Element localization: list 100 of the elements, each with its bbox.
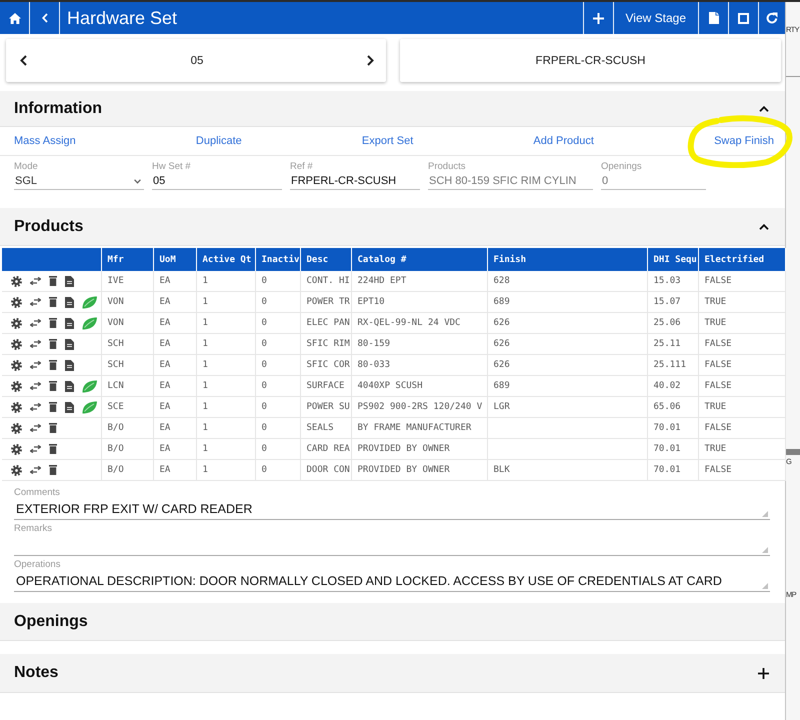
- trash-icon[interactable]: [49, 276, 57, 286]
- chevron-up-icon[interactable]: [759, 106, 769, 112]
- chevron-up-icon[interactable]: [759, 224, 769, 230]
- plus-icon: [592, 12, 604, 24]
- field-label: Mode: [14, 161, 38, 173]
- input-field: SCH 80-159 SFIC RIM CYLIN: [428, 173, 593, 190]
- table-cell: 1: [196, 312, 255, 334]
- table-cell: 689: [487, 292, 647, 312]
- gear-icon[interactable]: [11, 360, 22, 370]
- gear-icon[interactable]: [11, 422, 22, 434]
- document-icon[interactable]: [65, 296, 74, 308]
- trash-icon[interactable]: [49, 318, 57, 328]
- table-cell: FALSE: [698, 460, 785, 480]
- gear-icon[interactable]: [11, 338, 22, 350]
- table-cell: IVE: [101, 271, 153, 292]
- table-cell: CONT. HI: [300, 271, 351, 292]
- trash-icon[interactable]: [49, 423, 57, 433]
- column-header: Active Qt: [196, 248, 255, 271]
- table-cell: SCH: [101, 354, 153, 376]
- field-label: Operations: [14, 559, 60, 571]
- action-link[interactable]: Add Product: [533, 135, 594, 147]
- table-cell: CARD REA: [300, 438, 351, 460]
- next-button[interactable]: [366, 55, 374, 66]
- trash-icon[interactable]: [49, 297, 57, 307]
- input-field[interactable]: 05: [152, 173, 282, 190]
- previous-button[interactable]: [20, 55, 27, 66]
- gear-icon[interactable]: [11, 464, 22, 476]
- swap-arrows-icon[interactable]: [30, 340, 41, 348]
- input-field: 0: [601, 173, 706, 190]
- leaf-icon[interactable]: [82, 400, 97, 414]
- resize-grip-icon[interactable]: [762, 511, 768, 517]
- field-label: Openings: [601, 161, 642, 173]
- document-icon[interactable]: [65, 338, 74, 350]
- mode-select[interactable]: SGL: [14, 173, 144, 190]
- text-area[interactable]: EXTERIOR FRP EXIT W/ CARD READER: [14, 499, 770, 520]
- swap-arrows-icon[interactable]: [30, 298, 41, 306]
- input-field[interactable]: FRPERL-CR-SCUSH: [290, 173, 420, 190]
- swap-arrows-icon[interactable]: [30, 403, 41, 411]
- document-icon[interactable]: [65, 276, 74, 286]
- table-cell: 0: [255, 354, 300, 376]
- swap-arrows-icon[interactable]: [30, 382, 41, 390]
- action-link[interactable]: Export Set: [362, 135, 414, 147]
- document-icon[interactable]: [65, 360, 74, 370]
- leaf-icon[interactable]: [82, 296, 97, 308]
- gear-icon[interactable]: [11, 276, 22, 286]
- table-cell: FALSE: [698, 376, 785, 396]
- table-cell: TRUE: [698, 312, 785, 334]
- trash-icon[interactable]: [49, 339, 57, 349]
- section-header[interactable]: Openings: [0, 603, 785, 641]
- table-cell: FALSE: [698, 418, 785, 438]
- table-cell: EA: [153, 438, 196, 460]
- table-cell: 0: [255, 334, 300, 354]
- table-cell: EA: [153, 271, 196, 292]
- section-title: Notes: [14, 664, 58, 682]
- trash-icon[interactable]: [49, 402, 57, 412]
- gear-icon[interactable]: [11, 444, 22, 454]
- record-number: 05: [190, 54, 204, 66]
- gear-icon[interactable]: [11, 380, 22, 392]
- trash-icon[interactable]: [49, 381, 57, 391]
- swap-arrows-icon[interactable]: [30, 445, 41, 453]
- section-header[interactable]: Information: [0, 91, 785, 127]
- resize-grip-icon[interactable]: [762, 547, 768, 553]
- table-cell: B/O: [101, 418, 153, 438]
- table-cell: 70.01: [647, 460, 698, 480]
- table-cell: SCH: [101, 334, 153, 354]
- table-cell: SFIC RIM: [300, 334, 351, 354]
- column-header: DHI Sequ: [647, 248, 698, 271]
- gear-icon[interactable]: [11, 318, 22, 328]
- table-cell: 1: [196, 271, 255, 292]
- table-cell: 1: [196, 460, 255, 480]
- section-header[interactable]: Notes: [0, 654, 785, 693]
- window-bar: [786, 449, 800, 455]
- document-icon[interactable]: [65, 402, 74, 412]
- action-link[interactable]: Mass Assign: [14, 135, 76, 147]
- text-area[interactable]: OPERATIONAL DESCRIPTION: DOOR NORMALLY CLOSED AND LOCKED. ACCESS BY USE OF CREDENTIALS AT CARD: [14, 571, 770, 592]
- swap-arrows-icon[interactable]: [30, 361, 41, 369]
- table-cell: VON: [101, 292, 153, 312]
- swap-arrows-icon[interactable]: [30, 466, 41, 474]
- document-icon[interactable]: [65, 318, 74, 328]
- swap-arrows-icon[interactable]: [30, 424, 41, 432]
- gear-icon[interactable]: [11, 296, 22, 308]
- swap-arrows-icon[interactable]: [30, 277, 41, 285]
- document-icon[interactable]: [65, 380, 74, 392]
- table-cell: LGR: [487, 396, 647, 418]
- resize-grip-icon[interactable]: [762, 583, 768, 589]
- column-header: Electrified: [698, 248, 785, 271]
- gear-icon[interactable]: [11, 402, 22, 412]
- trash-icon[interactable]: [49, 360, 57, 370]
- trash-icon[interactable]: [49, 465, 57, 475]
- table-cell: POWER TR: [300, 292, 351, 312]
- action-link[interactable]: Duplicate: [196, 135, 242, 147]
- leaf-icon[interactable]: [82, 380, 97, 392]
- action-link[interactable]: Swap Finish: [714, 135, 774, 147]
- table-cell: 70.01: [647, 418, 698, 438]
- leaf-icon[interactable]: [82, 316, 97, 330]
- table-cell: 15.03: [647, 271, 698, 292]
- section-header[interactable]: Products: [0, 208, 785, 246]
- plus-icon[interactable]: [758, 668, 769, 678]
- swap-arrows-icon[interactable]: [30, 319, 41, 327]
- trash-icon[interactable]: [49, 444, 57, 454]
